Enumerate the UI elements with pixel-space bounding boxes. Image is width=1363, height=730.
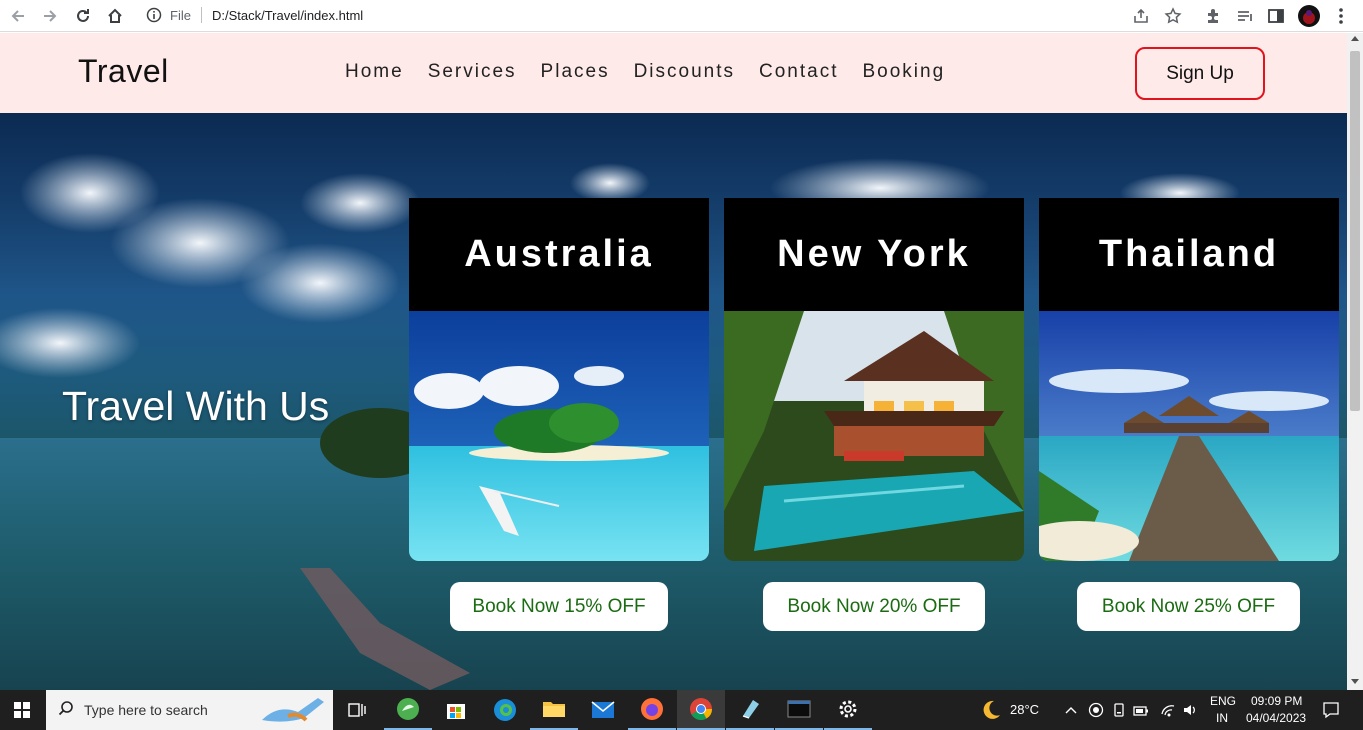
card-title: Thailand (1098, 233, 1280, 275)
clock-time[interactable]: 09:09 PM (1251, 694, 1302, 708)
taskbar: Type here to search 28°C ENG IN 09:09 PM… (0, 690, 1363, 730)
card-title: New York (777, 233, 971, 275)
destination-card-australia: Australia (409, 198, 709, 561)
card-title-bar: New York (724, 198, 1024, 311)
destination-card-thailand: Thailand (1039, 198, 1339, 561)
site-logo[interactable]: Travel (78, 53, 169, 90)
reading-list-icon[interactable] (1233, 4, 1257, 28)
task-view-icon[interactable] (333, 690, 381, 730)
record-icon[interactable] (1088, 702, 1104, 722)
search-highlight-art-icon (258, 694, 330, 730)
windows-start-icon[interactable] (0, 690, 44, 730)
profile-avatar[interactable] (1297, 4, 1321, 28)
url-text[interactable]: D:/Stack/Travel/index.html (212, 8, 363, 23)
book-australia-button[interactable]: Book Now 15% OFF (450, 582, 668, 631)
mail-icon[interactable] (579, 690, 627, 730)
green-app-icon[interactable] (384, 690, 432, 730)
book-new-york-button[interactable]: Book Now 20% OFF (763, 582, 985, 631)
search-icon (58, 700, 74, 720)
nav-places[interactable]: Places (541, 61, 610, 83)
wifi-icon[interactable] (1160, 702, 1176, 722)
site-header: Travel Home Services Places Discounts Co… (0, 33, 1347, 113)
chevron-up-icon[interactable] (1064, 702, 1078, 721)
signup-button[interactable]: Sign Up (1135, 47, 1265, 100)
search-placeholder: Type here to search (84, 702, 208, 718)
book-thailand-button[interactable]: Book Now 25% OFF (1077, 582, 1300, 631)
australia-image[interactable] (409, 311, 709, 561)
side-panel-icon[interactable] (1264, 4, 1288, 28)
store-icon[interactable] (432, 690, 480, 730)
firefox-icon[interactable] (628, 690, 676, 730)
nav-services[interactable]: Services (428, 61, 517, 83)
reload-icon[interactable] (71, 4, 95, 28)
back-icon[interactable] (6, 4, 30, 28)
share-icon[interactable] (1129, 4, 1153, 28)
system-tray: 28°C ENG IN 09:09 PM 04/04/2023 (978, 690, 1363, 730)
new-york-image[interactable] (724, 311, 1024, 561)
nav-discounts[interactable]: Discounts (634, 61, 735, 83)
site-nav: Home Services Places Discounts Contact B… (345, 61, 969, 83)
card-title-bar: Australia (409, 198, 709, 311)
edge-icon[interactable] (481, 690, 529, 730)
settings-icon[interactable] (824, 690, 872, 730)
scrollbar-thumb[interactable] (1350, 51, 1360, 411)
device-icon[interactable] (1111, 702, 1127, 722)
language-region[interactable]: IN (1216, 711, 1228, 725)
nav-home[interactable]: Home (345, 61, 404, 83)
file-scheme-label: File (170, 7, 191, 23)
browser-toolbar: File D:/Stack/Travel/index.html (0, 0, 1363, 32)
address-bar[interactable]: File D:/Stack/Travel/index.html (140, 3, 1190, 27)
nav-booking[interactable]: Booking (862, 61, 945, 83)
scroll-down-icon[interactable] (1351, 679, 1359, 684)
hero-section: Travel With Us Australia New York Thaila… (0, 113, 1347, 690)
terminal-icon[interactable] (775, 690, 823, 730)
nav-contact[interactable]: Contact (759, 61, 838, 83)
volume-icon[interactable] (1182, 702, 1198, 722)
file-explorer-icon[interactable] (530, 690, 578, 730)
omnibox-divider (200, 7, 202, 23)
notification-icon[interactable] (1322, 701, 1340, 723)
thailand-image[interactable] (1039, 311, 1339, 561)
page-scrollbar[interactable] (1347, 33, 1363, 690)
chrome-icon[interactable] (677, 690, 725, 730)
forward-icon[interactable] (38, 4, 62, 28)
more-icon[interactable] (1329, 4, 1353, 28)
taskbar-search[interactable]: Type here to search (46, 690, 333, 730)
weather-temp[interactable]: 28°C (1010, 702, 1039, 717)
info-icon[interactable] (146, 7, 162, 27)
star-icon[interactable] (1161, 4, 1185, 28)
language-code[interactable]: ENG (1210, 694, 1236, 708)
destination-card-new-york: New York (724, 198, 1024, 561)
page-viewport: Travel Home Services Places Discounts Co… (0, 33, 1347, 690)
weather-moon-icon[interactable] (980, 699, 1002, 725)
extensions-icon[interactable] (1201, 4, 1225, 28)
hero-title: Travel With Us (62, 383, 330, 429)
battery-icon[interactable] (1133, 703, 1149, 722)
card-title: Australia (464, 233, 654, 275)
card-title-bar: Thailand (1039, 198, 1339, 311)
notepad-icon[interactable] (726, 690, 774, 730)
clock-date[interactable]: 04/04/2023 (1246, 711, 1306, 725)
home-icon[interactable] (103, 4, 127, 28)
scroll-up-icon[interactable] (1351, 36, 1359, 41)
